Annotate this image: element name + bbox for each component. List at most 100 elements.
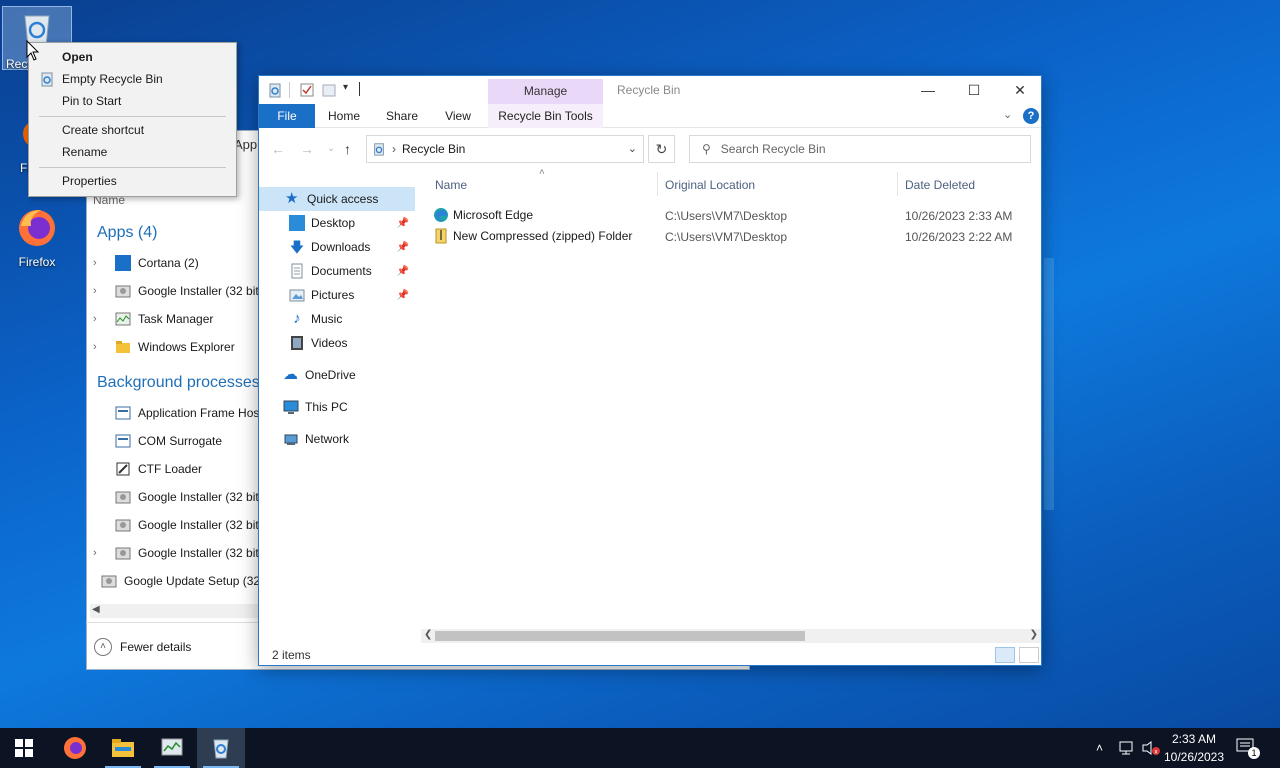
network-icon[interactable]: [1118, 740, 1136, 756]
tm-row[interactable]: › Google Installer (32 bit): [93, 280, 263, 302]
edge-icon: [434, 208, 448, 222]
scroll-left-icon[interactable]: ◀: [92, 604, 100, 615]
tm-row[interactable]: › Task Manager: [93, 308, 263, 330]
tm-row[interactable]: › Windows Explorer: [93, 336, 263, 358]
back-button[interactable]: ←: [271, 141, 285, 157]
horizontal-scrollbar[interactable]: ❮ ❯: [421, 629, 1041, 643]
up-button[interactable]: ↑: [344, 141, 351, 157]
taskbar-task-manager[interactable]: [148, 728, 196, 768]
installer-icon: [101, 575, 117, 588]
notifications-button[interactable]: 1: [1236, 738, 1260, 759]
tm-row-label: Google Update Setup (32 bit): [124, 574, 263, 588]
file-date: 10/26/2023 2:22 AM: [905, 230, 1013, 244]
customize-qat-icon[interactable]: ▾: [343, 82, 348, 93]
tm-horizontal-scrollbar[interactable]: ◀: [90, 604, 258, 618]
nav-item-music[interactable]: ♪ Music: [259, 307, 415, 331]
tm-row[interactable]: CTF Loader: [93, 458, 263, 480]
menu-item-open[interactable]: Open: [29, 46, 236, 68]
column-header-date-deleted[interactable]: Date Deleted: [905, 178, 975, 192]
large-icons-view-icon[interactable]: [1019, 647, 1039, 663]
search-input[interactable]: ⚲ Search Recycle Bin: [689, 135, 1031, 163]
file-row[interactable]: Microsoft Edge C:\Users\VM7\Desktop 10/2…: [433, 204, 1033, 225]
nav-label: This PC: [305, 400, 348, 414]
taskbar-file-explorer[interactable]: [99, 728, 147, 768]
recent-locations-icon[interactable]: ⌄: [327, 143, 335, 154]
tab-recycle-bin-tools[interactable]: Recycle Bin Tools: [488, 104, 603, 128]
menu-label: Pin to Start: [62, 94, 122, 108]
expand-ribbon-icon[interactable]: ⌄: [1003, 108, 1012, 121]
tm-tab-apps[interactable]: App: [234, 137, 257, 152]
nav-item-onedrive[interactable]: ☁ OneDrive: [259, 363, 415, 387]
details-view-icon[interactable]: [995, 647, 1015, 663]
tm-row[interactable]: Google Installer (32 bit): [93, 514, 263, 536]
properties-icon[interactable]: [299, 82, 315, 98]
pin-icon: 📌: [396, 265, 409, 277]
chevron-right-icon[interactable]: ›: [93, 341, 107, 353]
tm-row-label: Task Manager: [138, 312, 214, 326]
wallpaper-ray: [1044, 258, 1054, 510]
file-name: New Compressed (zipped) Folder: [453, 229, 633, 243]
chevron-right-icon[interactable]: ›: [93, 547, 107, 559]
nav-item-downloads[interactable]: 🡇 Downloads 📌: [259, 235, 415, 259]
fewer-details-button[interactable]: ˄ Fewer details: [86, 622, 262, 670]
new-folder-icon[interactable]: [321, 82, 337, 98]
tab-file[interactable]: File: [259, 104, 315, 128]
scroll-right-icon[interactable]: ❯: [1030, 629, 1038, 640]
recycle-bin-icon: [41, 72, 53, 87]
nav-item-documents[interactable]: Documents 📌: [259, 259, 415, 283]
nav-item-desktop[interactable]: Desktop 📌: [259, 211, 415, 235]
file-row[interactable]: New Compressed (zipped) Folder C:\Users\…: [433, 225, 1033, 246]
close-button[interactable]: ✕: [997, 76, 1043, 104]
tab-home[interactable]: Home: [319, 104, 369, 128]
tm-row-label: Windows Explorer: [138, 340, 235, 354]
menu-item-rename[interactable]: Rename: [29, 141, 236, 163]
show-hidden-icons[interactable]: ˄: [1096, 728, 1103, 768]
tab-share[interactable]: Share: [377, 104, 427, 128]
scroll-left-icon[interactable]: ❮: [424, 629, 432, 640]
scrollbar-thumb[interactable]: [435, 631, 805, 641]
tm-background-section: Background processes: [97, 374, 260, 391]
tm-row[interactable]: › Cortana (2): [93, 252, 263, 274]
nav-label: Music: [311, 312, 343, 326]
chevron-right-icon[interactable]: ›: [93, 313, 107, 325]
nav-item-pictures[interactable]: Pictures 📌: [259, 283, 415, 307]
menu-item-empty-recycle-bin[interactable]: Empty Recycle Bin: [29, 68, 236, 90]
refresh-button[interactable]: ↻: [648, 135, 675, 163]
breadcrumb[interactable]: Recycle Bin: [402, 142, 465, 156]
address-bar[interactable]: › Recycle Bin ⌄: [366, 135, 644, 163]
column-header-name[interactable]: Name: [435, 178, 467, 192]
tab-view[interactable]: View: [433, 104, 483, 128]
forward-button[interactable]: →: [300, 141, 314, 157]
help-icon[interactable]: ?: [1023, 108, 1039, 124]
menu-item-pin-to-start[interactable]: Pin to Start: [29, 90, 236, 112]
maximize-button[interactable]: ☐: [951, 76, 997, 104]
minimize-button[interactable]: —: [905, 76, 951, 104]
nav-item-videos[interactable]: Videos: [259, 331, 415, 355]
system-clock[interactable]: 2:33 AM 10/26/2023: [1160, 730, 1228, 766]
folder-icon: [112, 739, 134, 757]
nav-item-quick-access[interactable]: ★ Quick access: [259, 187, 415, 211]
chevron-right-icon[interactable]: ›: [93, 257, 107, 269]
taskbar-firefox[interactable]: [51, 728, 99, 768]
nav-item-network[interactable]: Network: [259, 427, 415, 451]
start-button[interactable]: [0, 728, 48, 768]
explorer-titlebar[interactable]: ▾ Manage Recycle Bin — ☐ ✕: [259, 76, 1041, 104]
installer-icon: [115, 491, 131, 504]
tm-row[interactable]: Google Installer (32 bit): [93, 486, 263, 508]
nav-item-this-pc[interactable]: This PC: [259, 395, 415, 419]
tab-manage[interactable]: Manage: [488, 79, 603, 104]
tm-row[interactable]: Application Frame Host: [93, 402, 263, 424]
taskbar-recycle-bin[interactable]: [197, 728, 245, 768]
menu-item-create-shortcut[interactable]: Create shortcut: [29, 119, 236, 141]
menu-item-properties[interactable]: Properties: [29, 170, 236, 192]
column-header-original-location[interactable]: Original Location: [665, 178, 755, 192]
tm-row[interactable]: COM Surrogate: [93, 430, 263, 452]
tm-row[interactable]: › Google Installer (32 bit): [93, 542, 263, 564]
desktop-icon-firefox[interactable]: Firefox: [2, 206, 72, 269]
volume-muted-icon[interactable]: x: [1141, 740, 1161, 756]
svg-text:x: x: [1154, 749, 1158, 756]
chevron-right-icon[interactable]: ›: [93, 285, 107, 297]
chevron-down-icon[interactable]: ⌄: [628, 142, 637, 155]
tm-row[interactable]: Google Update Setup (32 bit): [93, 570, 263, 592]
window-title: Recycle Bin: [617, 83, 681, 97]
